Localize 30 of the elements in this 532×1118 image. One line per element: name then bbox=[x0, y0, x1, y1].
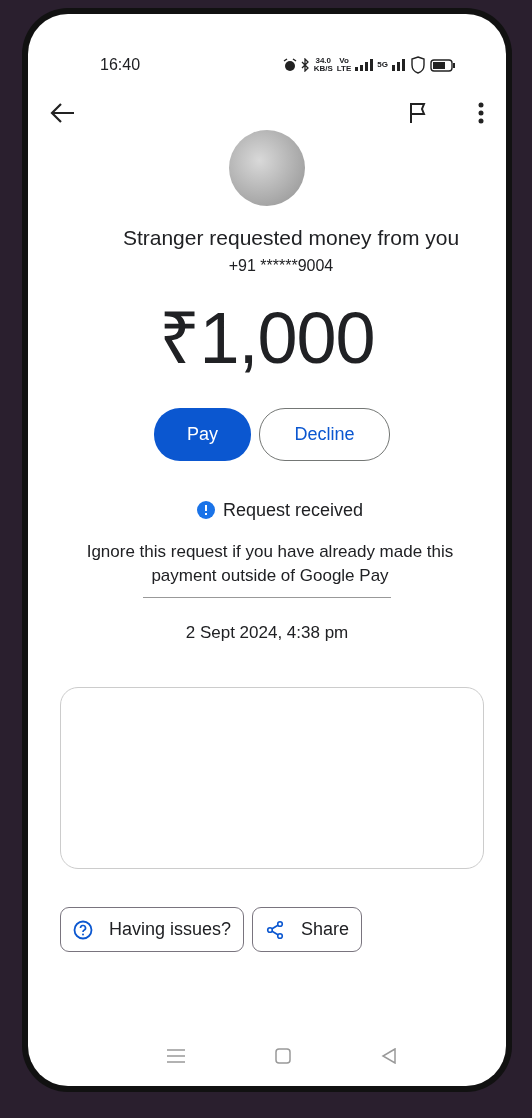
volte-label: Vo bbox=[339, 57, 349, 65]
lte-label: LTE bbox=[336, 65, 352, 73]
amount: ₹1,000 bbox=[159, 296, 375, 380]
decline-button[interactable]: Decline bbox=[259, 407, 390, 461]
pay-button[interactable]: Pay bbox=[154, 407, 251, 461]
request-date: 2 Sept 2024, 4:38 pm bbox=[185, 621, 349, 644]
alarm-icon bbox=[282, 58, 297, 72]
battery-icon bbox=[430, 58, 456, 72]
share-icon bbox=[265, 919, 286, 940]
share-button[interactable]: Share bbox=[252, 907, 363, 953]
flag-icon[interactable] bbox=[408, 102, 428, 124]
network-label: 5G bbox=[377, 61, 388, 69]
bluetooth-icon bbox=[300, 58, 310, 72]
back-arrow-icon[interactable] bbox=[50, 102, 76, 124]
signal-icon bbox=[355, 59, 374, 71]
shield-icon bbox=[410, 56, 426, 74]
request-title: Stranger requested money from you bbox=[121, 225, 460, 251]
back-icon[interactable] bbox=[381, 1048, 397, 1064]
help-button[interactable]: Having issues? bbox=[60, 907, 245, 953]
more-menu-icon[interactable] bbox=[478, 102, 484, 124]
speed-unit: KB/S bbox=[313, 65, 333, 73]
status-label: Request received bbox=[222, 498, 364, 522]
info-icon bbox=[196, 501, 215, 519]
home-icon[interactable] bbox=[275, 1048, 291, 1064]
signal-icon bbox=[392, 59, 406, 71]
help-icon bbox=[73, 919, 93, 940]
request-note: Ignore this request if you have already made this payment outside of Google Pay bbox=[85, 540, 455, 588]
speed-value: 34.0 bbox=[315, 57, 332, 65]
phone-number: +91 ******9004 bbox=[227, 255, 334, 276]
status-time: 16:40 bbox=[100, 55, 141, 75]
